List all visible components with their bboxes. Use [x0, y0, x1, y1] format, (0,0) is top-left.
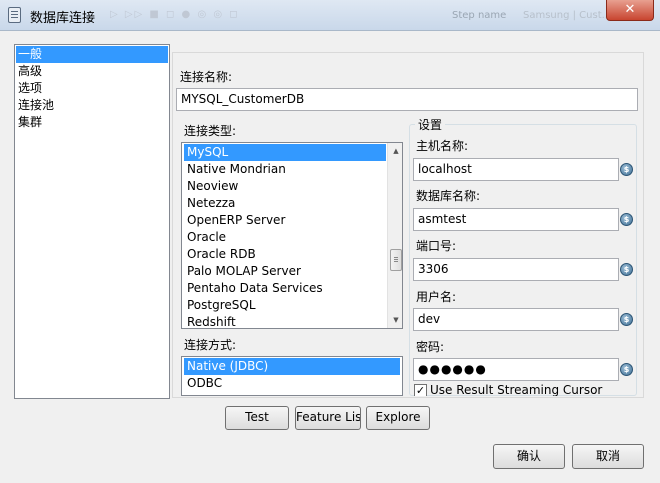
list-item[interactable]: Redshift: [184, 314, 386, 328]
access-type-label: 连接方式:: [184, 338, 237, 352]
variable-icon[interactable]: $: [620, 163, 633, 176]
port-number-label: 端口号:: [416, 239, 457, 253]
scroll-thumb[interactable]: [390, 249, 402, 271]
username-input[interactable]: dev: [413, 308, 619, 331]
variable-icon[interactable]: $: [620, 213, 633, 226]
background-field-ghost: Samsung | Cust...: [523, 10, 612, 21]
nav-item-pooling[interactable]: 连接池: [16, 97, 168, 114]
window-title: 数据库连接: [30, 11, 96, 26]
scroll-up-arrow-icon[interactable]: ▲: [388, 143, 402, 159]
list-item[interactable]: Neoview: [184, 178, 386, 195]
cancel-button[interactable]: 取消: [572, 444, 644, 469]
list-item[interactable]: Pentaho Data Services: [184, 280, 386, 297]
list-item[interactable]: Native (JDBC): [184, 358, 400, 375]
explore-button[interactable]: Explore: [366, 406, 430, 430]
variable-icon[interactable]: $: [620, 313, 633, 326]
list-item[interactable]: Oracle: [184, 229, 386, 246]
background-toolbar-ghost: ▷ ▷▷ ■ ◻ ● ◎ ◎ ◻: [110, 9, 240, 20]
feature-list-button[interactable]: Feature List: [295, 406, 361, 430]
list-item[interactable]: OpenERP Server: [184, 212, 386, 229]
settings-group-title: 设置: [415, 116, 446, 133]
nav-item-options[interactable]: 选项: [16, 80, 168, 97]
connection-type-scrollbar[interactable]: ▲ ▼: [387, 143, 402, 328]
database-icon: [8, 7, 21, 23]
password-label: 密码:: [416, 340, 445, 354]
streaming-cursor-label: Use Result Streaming Cursor: [430, 383, 603, 396]
connection-name-label: 连接名称:: [180, 70, 233, 84]
host-name-input[interactable]: localhost: [413, 158, 619, 181]
nav-item-clustering[interactable]: 集群: [16, 114, 168, 131]
list-item[interactable]: ODBC: [184, 375, 400, 392]
list-item[interactable]: Native Mondrian: [184, 161, 386, 178]
background-step-name-ghost: Step name: [452, 10, 507, 21]
connection-type-list[interactable]: MySQL Native Mondrian Neoview Netezza Op…: [181, 142, 403, 329]
list-item[interactable]: Palo MOLAP Server: [184, 263, 386, 280]
nav-item-advanced[interactable]: 高级: [16, 63, 168, 80]
database-name-label: 数据库名称:: [416, 189, 481, 203]
settings-nav-list[interactable]: 一般 高级 选项 连接池 集群: [14, 44, 170, 399]
list-item[interactable]: MySQL: [184, 144, 386, 161]
nav-item-general[interactable]: 一般: [16, 46, 168, 63]
list-item[interactable]: Oracle RDB: [184, 246, 386, 263]
access-type-list[interactable]: Native (JDBC) ODBC: [181, 356, 403, 396]
connection-name-input[interactable]: MYSQL_CustomerDB: [176, 88, 638, 111]
variable-icon[interactable]: $: [620, 263, 633, 276]
streaming-cursor-row[interactable]: ✓ Use Result Streaming Cursor: [414, 383, 624, 396]
list-item[interactable]: PostgreSQL: [184, 297, 386, 314]
port-number-input[interactable]: 3306: [413, 258, 619, 281]
connection-type-label: 连接类型:: [184, 124, 237, 138]
username-label: 用户名:: [416, 290, 457, 304]
test-button[interactable]: Test: [225, 406, 289, 430]
host-name-label: 主机名称:: [416, 139, 469, 153]
database-name-input[interactable]: asmtest: [413, 208, 619, 231]
password-input[interactable]: ●●●●●●: [413, 358, 619, 381]
list-item[interactable]: Netezza: [184, 195, 386, 212]
scroll-down-arrow-icon[interactable]: ▼: [388, 312, 402, 328]
streaming-cursor-checkbox[interactable]: ✓: [414, 384, 427, 396]
ok-button[interactable]: 确认: [493, 444, 565, 469]
close-button[interactable]: ✕: [606, 0, 654, 21]
variable-icon[interactable]: $: [620, 363, 633, 376]
